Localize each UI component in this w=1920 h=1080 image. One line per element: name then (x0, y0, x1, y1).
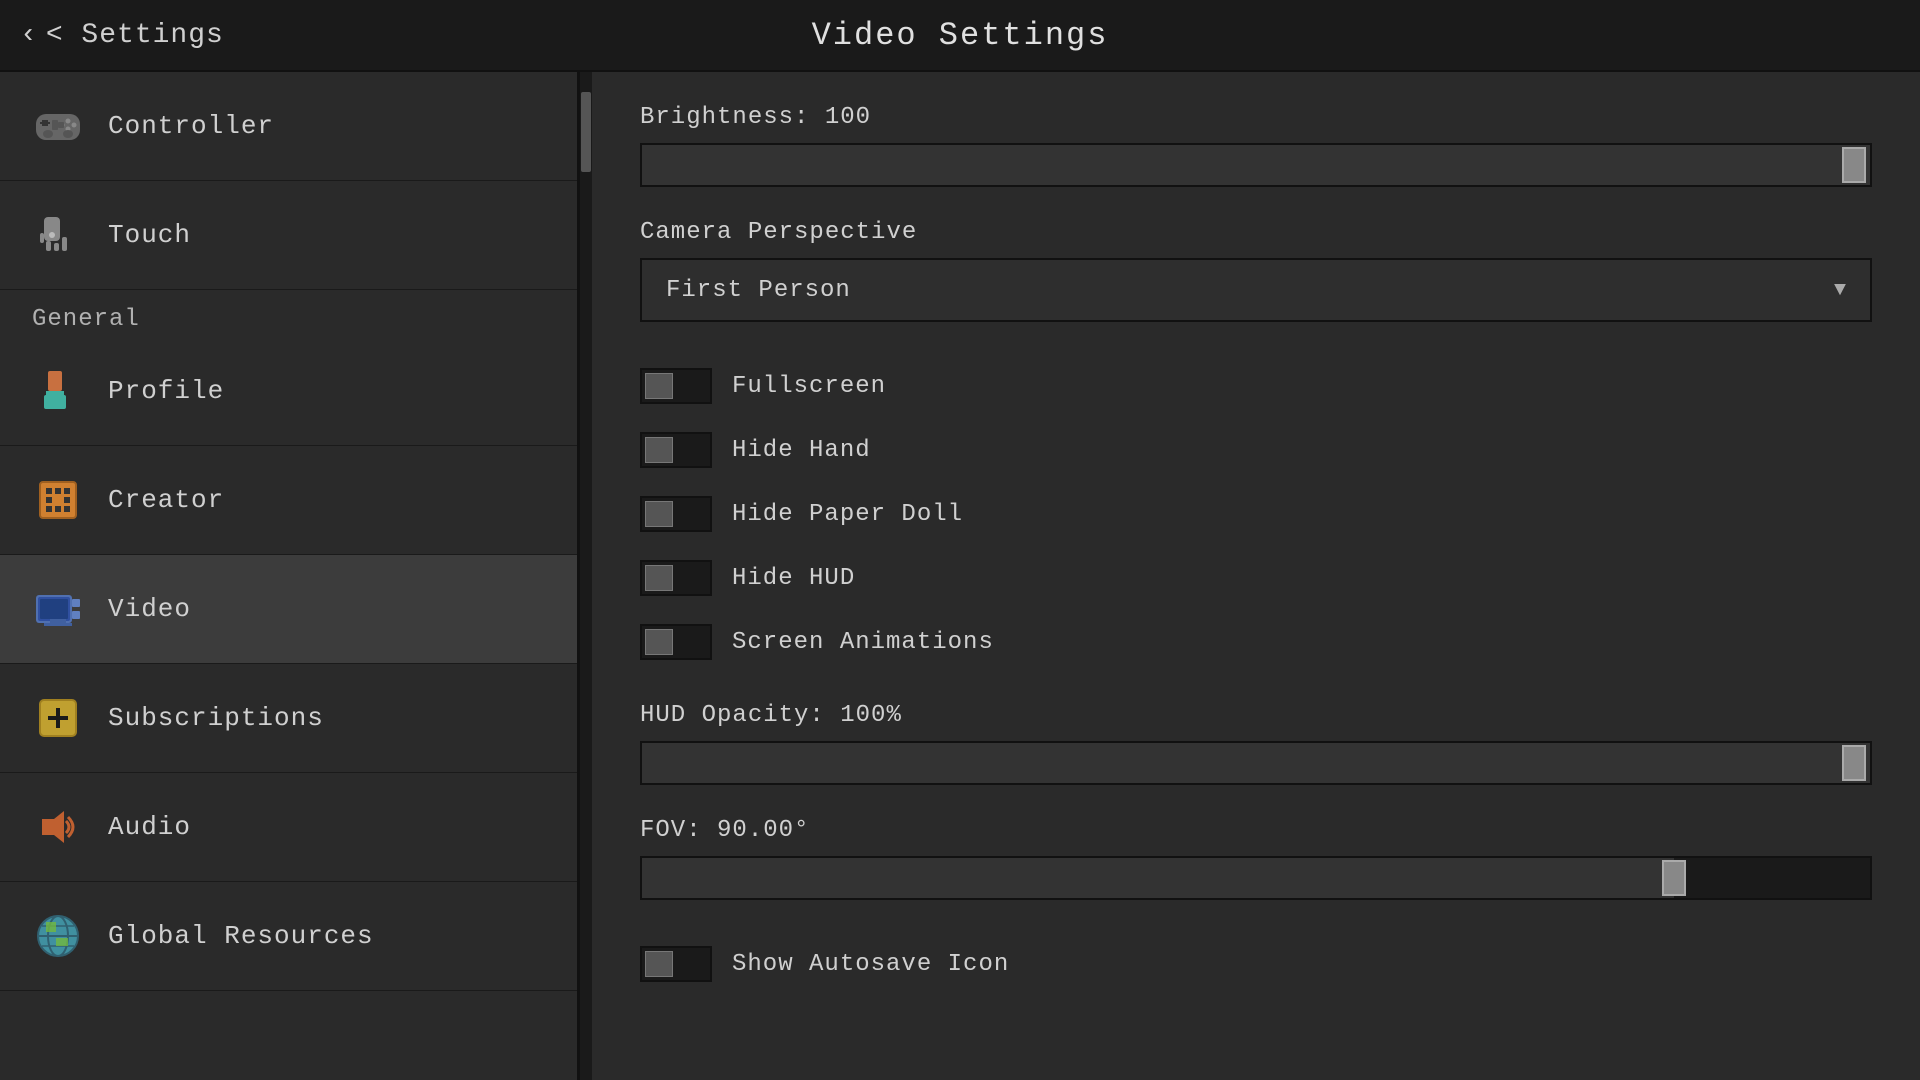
sidebar-item-video[interactable]: Video (0, 555, 577, 664)
video-label: Video (108, 594, 191, 624)
sidebar-item-subscriptions[interactable]: Subscriptions (0, 664, 577, 773)
sidebar-item-touch[interactable]: Touch (0, 181, 577, 290)
fullscreen-label: Fullscreen (732, 373, 886, 400)
video-icon (32, 583, 84, 635)
creator-icon (32, 474, 84, 526)
controller-svg (32, 100, 84, 152)
screen-animations-label: Screen Animations (732, 629, 994, 656)
subscriptions-svg (32, 692, 84, 744)
fov-slider-fill (642, 858, 1674, 898)
dropdown-arrow-icon: ▼ (1834, 279, 1846, 302)
hud-opacity-slider[interactable] (640, 741, 1872, 785)
back-button[interactable]: ‹ < Settings (20, 20, 224, 51)
controller-icon (32, 100, 84, 152)
controller-label: Controller (108, 111, 274, 141)
sidebar-item-profile[interactable]: Profile (0, 337, 577, 446)
brightness-slider-fill (642, 145, 1870, 185)
creator-label: Creator (108, 485, 224, 515)
sidebar-item-controller[interactable]: Controller (0, 72, 577, 181)
sidebar-scrollbar[interactable] (580, 72, 592, 1080)
brightness-slider[interactable] (640, 143, 1872, 187)
screen-animations-toggle-thumb (645, 629, 673, 655)
hud-opacity-slider-thumb (1842, 745, 1866, 781)
section-general-label: General (0, 290, 577, 337)
fullscreen-toggle[interactable] (640, 368, 712, 404)
show-autosave-label: Show Autosave Icon (732, 951, 1009, 978)
page-title: Video Settings (812, 17, 1109, 54)
hud-opacity-setting: HUD Opacity: 100% (640, 702, 1872, 785)
camera-perspective-value: First Person (666, 277, 851, 304)
camera-perspective-dropdown[interactable]: First Person ▼ (640, 258, 1872, 322)
fov-setting: FOV: 90.00° (640, 817, 1872, 900)
audio-label: Audio (108, 812, 191, 842)
hide-hand-toggle-thumb (645, 437, 673, 463)
fov-slider[interactable] (640, 856, 1872, 900)
touch-icon (32, 209, 84, 261)
audio-icon (32, 801, 84, 853)
touch-svg (32, 209, 84, 261)
show-autosave-toggle-thumb (645, 951, 673, 977)
fullscreen-toggle-thumb (645, 373, 673, 399)
hide-hand-label: Hide Hand (732, 437, 871, 464)
profile-svg (32, 365, 84, 417)
global-resources-label: Global Resources (108, 921, 374, 951)
content-area: Brightness: 100 Camera Perspective First… (592, 72, 1920, 1080)
creator-svg (32, 474, 84, 526)
sidebar-item-audio[interactable]: Audio (0, 773, 577, 882)
fov-slider-thumb (1662, 860, 1686, 896)
subscriptions-icon (32, 692, 84, 744)
toggle-row-hide-paper-doll: Hide Paper Doll (640, 482, 1872, 546)
audio-svg (32, 801, 84, 853)
hide-hud-toggle-thumb (645, 565, 673, 591)
toggle-row-screen-animations: Screen Animations (640, 610, 1872, 674)
camera-perspective-setting: Camera Perspective First Person ▼ (640, 219, 1872, 322)
toggle-row-hide-hud: Hide HUD (640, 546, 1872, 610)
brightness-setting: Brightness: 100 (640, 104, 1872, 187)
subscriptions-label: Subscriptions (108, 703, 324, 733)
hud-opacity-label: HUD Opacity: 100% (640, 702, 1872, 729)
show-autosave-toggle[interactable] (640, 946, 712, 982)
video-svg (32, 583, 84, 635)
hide-paper-doll-toggle[interactable] (640, 496, 712, 532)
toggle-row-hide-hand: Hide Hand (640, 418, 1872, 482)
global-resources-svg (32, 910, 84, 962)
toggle-row-fullscreen: Fullscreen (640, 354, 1872, 418)
sidebar-item-creator[interactable]: Creator (0, 446, 577, 555)
sidebar: Controller Touch General (0, 72, 580, 1080)
toggle-row-show-autosave: Show Autosave Icon (640, 932, 1872, 996)
back-label: < Settings (46, 20, 224, 51)
fov-label: FOV: 90.00° (640, 817, 1872, 844)
sidebar-scrollbar-thumb (581, 92, 591, 172)
global-resources-icon (32, 910, 84, 962)
hide-paper-doll-toggle-thumb (645, 501, 673, 527)
back-arrow-icon: ‹ (20, 20, 38, 51)
hide-paper-doll-label: Hide Paper Doll (732, 501, 963, 528)
hud-opacity-slider-fill (642, 743, 1870, 783)
hide-hand-toggle[interactable] (640, 432, 712, 468)
sidebar-item-global-resources[interactable]: Global Resources (0, 882, 577, 991)
hide-hud-toggle[interactable] (640, 560, 712, 596)
brightness-slider-thumb (1842, 147, 1866, 183)
hide-hud-label: Hide HUD (732, 565, 855, 592)
header: ‹ < Settings Video Settings (0, 0, 1920, 72)
profile-icon (32, 365, 84, 417)
toggles-section: Fullscreen Hide Hand Hide Paper Doll Hid… (640, 354, 1872, 674)
main-layout: Controller Touch General (0, 72, 1920, 1080)
brightness-label: Brightness: 100 (640, 104, 1872, 131)
screen-animations-toggle[interactable] (640, 624, 712, 660)
profile-label: Profile (108, 376, 224, 406)
touch-label: Touch (108, 220, 191, 250)
camera-perspective-label: Camera Perspective (640, 219, 1872, 246)
